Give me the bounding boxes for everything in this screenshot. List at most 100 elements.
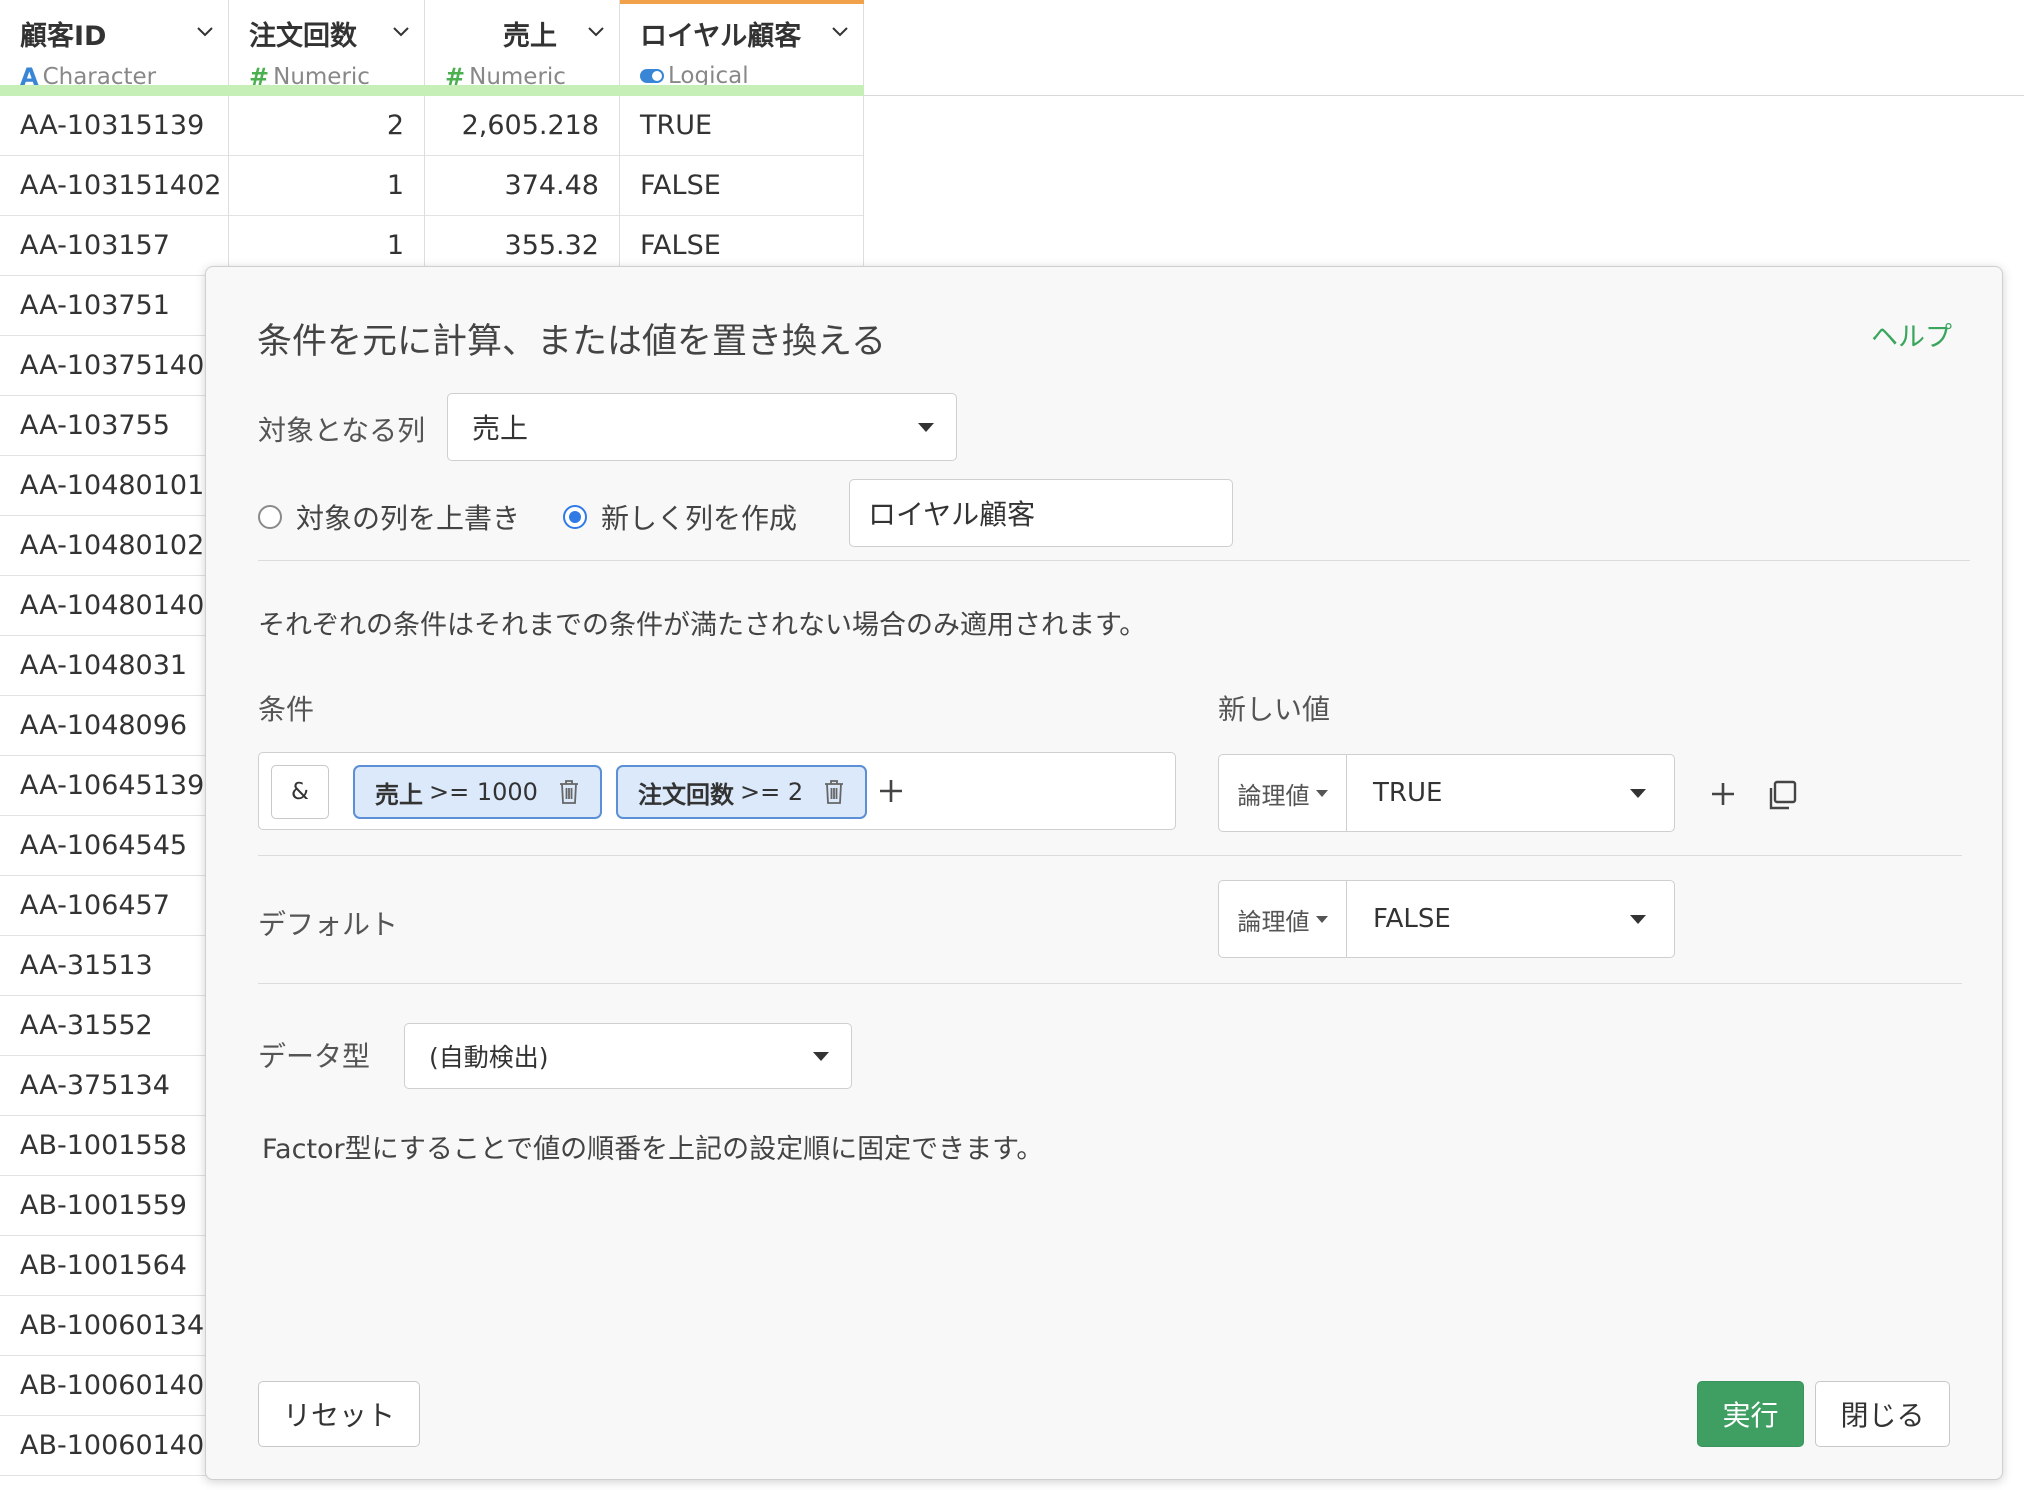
dropdown-caret-icon <box>813 1052 829 1061</box>
table-cell[interactable]: AA-10480102 <box>0 516 229 576</box>
condition-expression: >= 1000 <box>429 778 538 806</box>
chevron-down-icon[interactable] <box>831 22 849 40</box>
trash-icon[interactable] <box>558 779 580 805</box>
column-quality-bar <box>620 85 864 96</box>
table-cell[interactable]: AA-1064545 <box>0 816 229 876</box>
factor-note: Factor型にすることで値の順番を上記の設定順に固定できます。 <box>262 1134 1044 1165</box>
condition-order-note: それぞれの条件はそれまでの条件が満たされない場合のみ適用されます。 <box>258 610 1147 641</box>
radio-overwrite[interactable]: 対象の列を上書き <box>258 497 520 537</box>
reset-button[interactable]: リセット <box>258 1381 420 1447</box>
condition-header: 条件 <box>258 693 315 726</box>
default-label: デフォルト <box>258 908 399 941</box>
copy-case-icon[interactable] <box>1766 779 1798 811</box>
table-cell[interactable]: AB-100601404 <box>0 1356 229 1416</box>
column-name: 注文回数 <box>249 21 357 52</box>
new-column-name-input[interactable] <box>849 479 1233 547</box>
default-value: FALSE <box>1373 904 1451 934</box>
dropdown-caret-icon <box>1630 915 1646 924</box>
table-cell[interactable]: AA-10645139 <box>0 756 229 816</box>
conditional-replace-dialog: 条件を元に計算、または値を置き換える ヘルプ 対象となる列 売上 対象の列を上書… <box>205 266 2003 1480</box>
close-button[interactable]: 閉じる <box>1815 1381 1950 1447</box>
column-name: 売上 <box>503 21 557 52</box>
radio-selected-icon[interactable] <box>563 505 587 529</box>
new-value-input-group[interactable]: 論理値 TRUE <box>1218 754 1675 832</box>
table-cell[interactable]: AB-10060134 <box>0 1296 229 1356</box>
new-value-select[interactable]: TRUE <box>1347 755 1674 831</box>
logical-type-icon <box>640 69 664 83</box>
table-cell[interactable]: AA-1048031 <box>0 636 229 696</box>
column-header-customer-id[interactable]: 顧客ID A Character <box>0 0 229 96</box>
table-cell[interactable]: AA-106457 <box>0 876 229 936</box>
dialog-title: 条件を元に計算、または値を置き換える <box>257 322 886 362</box>
table-cell[interactable]: AB-100601406 <box>0 1416 229 1476</box>
target-column-value: 売上 <box>472 412 529 445</box>
value-type-dropdown[interactable]: 論理値 <box>1219 755 1347 831</box>
divider <box>258 855 1962 856</box>
table-cell[interactable]: AA-10315139 <box>0 96 229 156</box>
new-value-header: 新しい値 <box>1218 693 1331 726</box>
grid-header: 顧客ID A Character 注文回数 # Numeric 売上 # Num… <box>0 0 2024 96</box>
table-cell[interactable]: 2,605.218 <box>425 96 620 156</box>
table-cell[interactable]: 1 <box>229 156 425 216</box>
table-cell[interactable]: AA-1048096 <box>0 696 229 756</box>
trash-icon[interactable] <box>823 779 845 805</box>
table-cell[interactable]: AA-10480101 <box>0 456 229 516</box>
default-value-select[interactable]: FALSE <box>1347 881 1674 957</box>
table-cell[interactable]: AA-104801408 <box>0 576 229 636</box>
data-type-label: データ型 <box>258 1040 371 1073</box>
help-link[interactable]: ヘルプ <box>1871 315 1952 354</box>
condition-column: 注文回数 <box>638 780 734 809</box>
table-row[interactable]: AA-10315139 2 2,605.218 TRUE <box>0 96 864 156</box>
table-cell[interactable]: 2 <box>229 96 425 156</box>
run-button[interactable]: 実行 <box>1697 1381 1804 1447</box>
default-type-label: 論理値 <box>1237 907 1310 936</box>
column-quality-bar <box>229 85 425 96</box>
dropdown-caret-icon <box>918 423 934 432</box>
dropdown-caret-icon <box>1630 789 1646 798</box>
radio-circle-icon[interactable] <box>258 505 282 529</box>
table-cell[interactable]: 374.48 <box>425 156 620 216</box>
table-cell[interactable]: AA-103151402 <box>0 156 229 216</box>
table-cell[interactable]: AA-103751406 <box>0 336 229 396</box>
table-cell[interactable]: TRUE <box>620 96 864 156</box>
data-type-select[interactable]: (自動検出) <box>404 1023 852 1089</box>
condition-column: 売上 <box>375 780 423 809</box>
table-cell[interactable]: AA-31552 <box>0 996 229 1056</box>
radio-new-column[interactable]: 新しく列を作成 <box>563 497 797 537</box>
condition-chip-order-count[interactable]: 注文回数 >= 2 <box>616 765 868 819</box>
default-value-input-group[interactable]: 論理値 FALSE <box>1218 880 1675 958</box>
add-case-plus-icon[interactable] <box>1709 780 1737 808</box>
column-header-order-count[interactable]: 注文回数 # Numeric <box>229 0 425 96</box>
value-type-label: 論理値 <box>1237 781 1310 810</box>
default-type-dropdown[interactable]: 論理値 <box>1219 881 1347 957</box>
column-name: 顧客ID <box>20 21 107 52</box>
divider <box>258 983 1962 984</box>
table-cell[interactable]: AB-1001559 <box>0 1176 229 1236</box>
chevron-down-icon[interactable] <box>392 22 410 40</box>
condition-chip-sales[interactable]: 売上 >= 1000 <box>353 765 602 819</box>
target-column-label: 対象となる列 <box>258 414 426 447</box>
column-quality-bar <box>0 85 229 96</box>
table-cell[interactable]: AA-103157 <box>0 216 229 276</box>
table-cell[interactable]: FALSE <box>620 156 864 216</box>
table-cell[interactable]: AA-31513 <box>0 936 229 996</box>
table-row[interactable]: AA-103151402 1 374.48 FALSE <box>0 156 864 216</box>
selected-column-indicator <box>620 0 864 4</box>
and-operator-button[interactable]: & <box>271 765 329 819</box>
column-header-sales[interactable]: 売上 # Numeric <box>425 0 620 96</box>
table-cell[interactable]: AA-103755 <box>0 396 229 456</box>
chevron-down-icon[interactable] <box>196 22 214 40</box>
caret-down-icon <box>1315 789 1328 797</box>
table-cell[interactable]: AB-1001564 <box>0 1236 229 1296</box>
condition-builder[interactable]: & 売上 >= 1000 注文回数 >= 2 <box>258 752 1176 830</box>
radio-new-column-label: 新しく列を作成 <box>601 502 798 535</box>
data-type-value: (自動検出) <box>429 1043 549 1072</box>
new-value: TRUE <box>1373 778 1443 808</box>
table-cell[interactable]: AA-375134 <box>0 1056 229 1116</box>
add-condition-plus-icon[interactable] <box>877 777 905 805</box>
table-cell[interactable]: AA-103751 <box>0 276 229 336</box>
target-column-select[interactable]: 売上 <box>447 393 957 461</box>
table-cell[interactable]: AB-1001558 <box>0 1116 229 1176</box>
chevron-down-icon[interactable] <box>587 22 605 40</box>
column-header-loyal-customer[interactable]: ロイヤル顧客 Logical <box>620 0 864 96</box>
